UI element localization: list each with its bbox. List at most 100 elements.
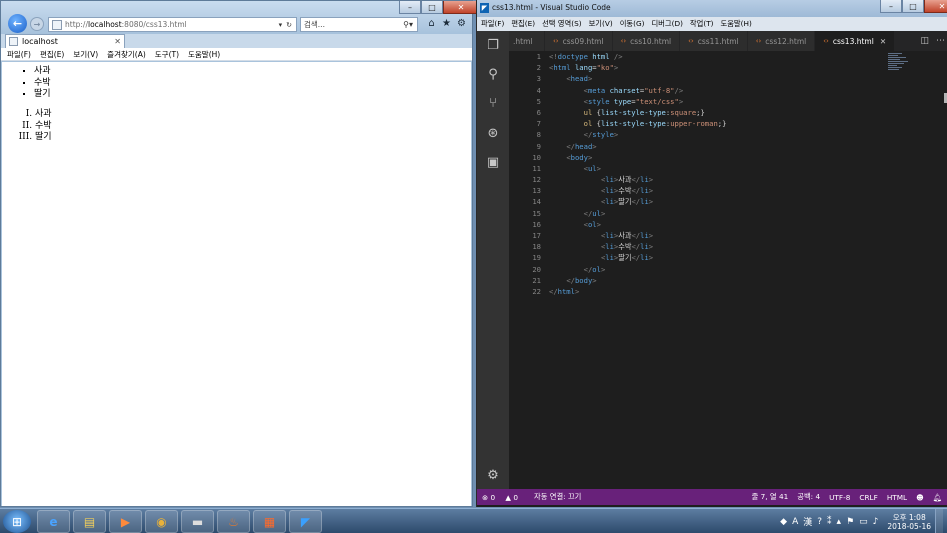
action-center-flag-icon[interactable]: ⚑ [846, 517, 854, 527]
code-text[interactable]: <!doctype html /> <html lang="ko"> <head>… [549, 51, 726, 297]
source-control-icon[interactable]: ⑂ [485, 95, 501, 111]
tab-css13[interactable]: ‹› css13.html ✕ [815, 31, 896, 51]
menu-edit[interactable]: 편집(E) [511, 19, 535, 29]
file-explorer-icon[interactable]: ▤ [73, 510, 106, 533]
more-actions-icon[interactable]: ⋯ [936, 36, 945, 46]
line-number: 10 [532, 152, 541, 162]
line-number: 19 [532, 253, 541, 263]
search-icon[interactable]: ⚲▾ [403, 20, 413, 29]
list-item: 사과 [35, 109, 52, 121]
menu-view[interactable]: 보기(V) [589, 19, 613, 29]
tab-close-icon[interactable]: ✕ [880, 37, 886, 46]
line-number: 11 [532, 163, 541, 173]
maximize-icon[interactable]: □ [902, 0, 924, 13]
split-editor-icon[interactable]: ◫ [920, 36, 929, 46]
activity-bar: ❐ ⚲ ⑂ ⊛ ▣ ⚙ [477, 31, 509, 489]
media-player-icon[interactable]: ▶ [109, 510, 142, 533]
minimize-icon[interactable]: – [880, 0, 902, 13]
vscode-titlebar: ◤ css13.html - Visual Studio Code – □ ✕ [477, 0, 947, 17]
line-number: 9 [536, 141, 541, 151]
search-icon[interactable]: ⚲ [485, 66, 501, 82]
code-line: ul {list-style-type:square;} [583, 107, 705, 117]
html-file-icon: ‹› [620, 37, 627, 45]
live-server-status[interactable]: 자동 연결: 끄기 [534, 492, 581, 502]
code-line: </ul> [583, 208, 606, 218]
cursor-position[interactable]: 줄 7, 열 41 [752, 492, 789, 502]
start-button[interactable]: ⊞ [3, 510, 31, 533]
problems-indicator[interactable]: ⊗ 0 ▲ 0 [482, 493, 526, 502]
encoding[interactable]: UTF-8 [829, 493, 850, 502]
html-file-icon: ‹› [755, 37, 762, 45]
forward-button[interactable]: → [30, 17, 44, 31]
address-dropdown-icon[interactable]: ▾ [279, 21, 283, 29]
tab-css09[interactable]: ‹› css09.html [545, 31, 613, 51]
line-ending[interactable]: CRLF [859, 493, 877, 502]
chrome-icon[interactable]: ◉ [145, 510, 178, 533]
tray-diamond-icon[interactable]: ◆ [780, 517, 787, 527]
address-bar[interactable]: http://localhost:8080/css13.html ▾ ↻ [48, 17, 297, 32]
help-icon[interactable]: ? [817, 517, 822, 527]
back-button[interactable]: ← [8, 14, 27, 33]
menu-favorites[interactable]: 즐겨찾기(A) [107, 49, 146, 60]
tab-close-icon[interactable]: ✕ [114, 37, 121, 46]
vscode-taskbar-icon[interactable]: ◤ [289, 510, 322, 533]
settings-gear-icon[interactable]: ⚙ [485, 467, 501, 483]
clock-date: 2018-05-16 [887, 521, 931, 531]
command-prompt-icon[interactable]: ▬ [181, 510, 214, 533]
tray-settings-icon[interactable]: ⁑ [827, 517, 832, 527]
tab-partial-html[interactable]: .html [509, 31, 545, 51]
line-number: 1 [536, 52, 541, 61]
address-url[interactable]: http://localhost:8080/css13.html [65, 20, 279, 29]
favorites-star-icon[interactable]: ★ [440, 17, 453, 30]
clock[interactable]: 오후 1:08 2018-05-16 [887, 513, 931, 531]
feedback-smiley-icon[interactable]: ☻ [916, 493, 924, 502]
close-icon[interactable]: ✕ [443, 1, 479, 14]
java-icon[interactable]: ♨ [217, 510, 250, 533]
home-icon[interactable]: ⌂ [425, 17, 438, 30]
network-icon[interactable]: ▭ [859, 517, 868, 527]
search-placeholder[interactable]: 검색... [304, 19, 403, 30]
notifications-bell-icon[interactable]: 🔔︎ [933, 493, 942, 502]
line-number: 6 [536, 107, 541, 117]
menu-debug[interactable]: 디버그(D) [651, 19, 682, 29]
ime-mode[interactable]: A [792, 517, 798, 527]
volume-icon[interactable]: ♪ [873, 517, 879, 527]
menu-selection[interactable]: 선택 영역(S) [542, 19, 582, 29]
maximize-icon[interactable]: □ [421, 1, 443, 14]
code-line: <li>딸기</li> [600, 197, 654, 207]
ime-hanja[interactable]: 漢 [803, 515, 812, 528]
tab-css10[interactable]: ‹› css10.html [612, 31, 681, 51]
indentation[interactable]: 공백: 4 [797, 492, 820, 502]
show-desktop-button[interactable] [935, 509, 943, 533]
menu-view[interactable]: 보기(V) [73, 49, 98, 60]
menu-file[interactable]: 파일(F) [481, 19, 504, 29]
show-hidden-icons[interactable]: ▴ [837, 517, 842, 527]
tools-gear-icon[interactable]: ⚙ [455, 17, 468, 30]
menu-help[interactable]: 도움말(H) [188, 49, 220, 60]
explorer-files-icon[interactable]: ❐ [485, 37, 501, 53]
tab-css11[interactable]: ‹› css11.html [680, 31, 748, 51]
menu-file[interactable]: 파일(F) [7, 49, 31, 60]
close-icon[interactable]: ✕ [924, 0, 947, 13]
eclipse-ee-icon[interactable]: ▦ [253, 510, 286, 533]
ie-tab-localhost[interactable]: localhost ✕ [5, 34, 125, 48]
refresh-icon[interactable]: ↻ [286, 21, 292, 29]
menu-tools[interactable]: 도구(T) [155, 49, 179, 60]
code-line: <style type="text/css"> [583, 96, 684, 106]
menu-help[interactable]: 도움말(H) [721, 19, 752, 29]
menu-tasks[interactable]: 작업(T) [690, 19, 714, 29]
code-line: <li>수박</li> [600, 186, 654, 196]
minimap[interactable] [888, 53, 910, 79]
internet-explorer-icon[interactable]: e [37, 510, 70, 533]
extensions-icon[interactable]: ▣ [485, 154, 501, 170]
minimize-icon[interactable]: – [399, 1, 421, 14]
debug-icon[interactable]: ⊛ [485, 125, 501, 141]
menu-go[interactable]: 이동(G) [620, 19, 645, 29]
code-editor[interactable]: 1 2 3 4 5 6 7 8 9 10 11 12 13 14 15 16 17 18 19 20 21 22 <!do… [509, 51, 947, 489]
tab-css12[interactable]: ‹› css12.html [747, 31, 816, 51]
vscode-app-icon: ◤ [480, 3, 489, 13]
search-box[interactable]: 검색... ⚲▾ [300, 17, 418, 32]
html-file-icon: ‹› [823, 37, 829, 45]
language-mode[interactable]: HTML [887, 493, 907, 502]
menu-edit[interactable]: 편집(E) [40, 49, 64, 60]
